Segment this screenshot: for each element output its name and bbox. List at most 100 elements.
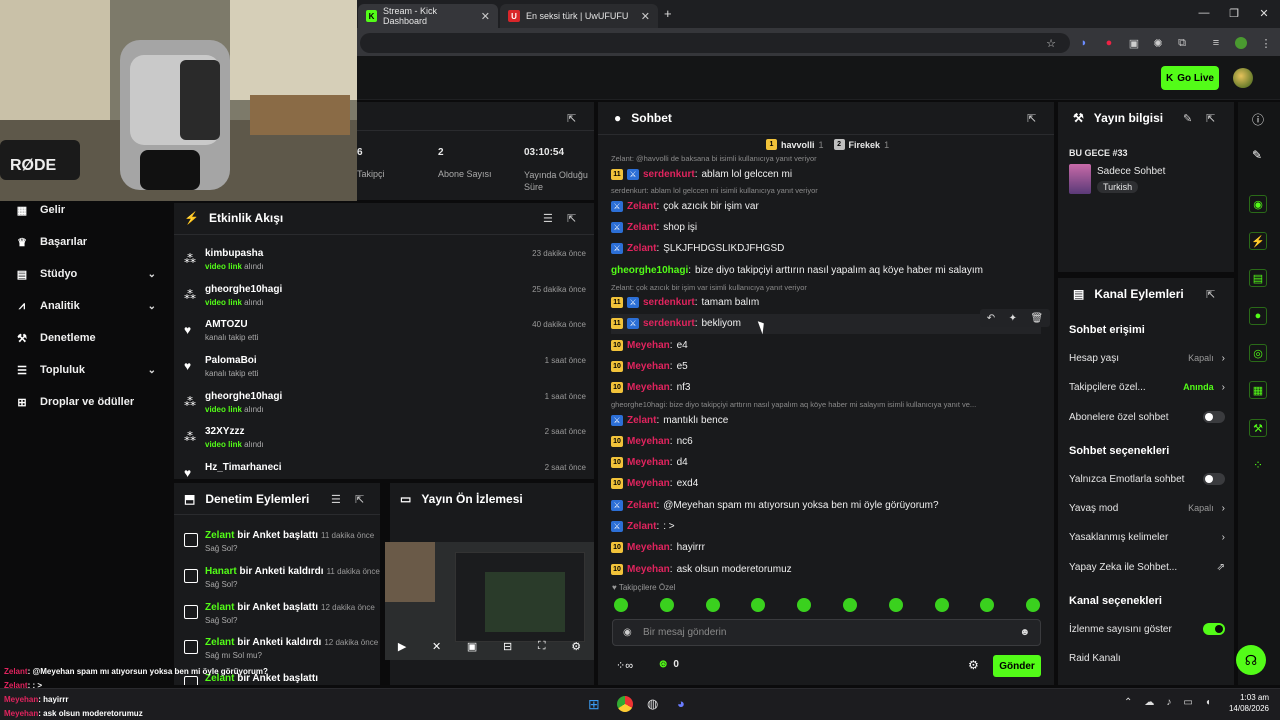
chat-message[interactable]: 10 Meyehan: nc6 <box>611 431 1041 451</box>
pin-icon[interactable]: ✦ <box>1009 313 1017 324</box>
popout-icon[interactable]: ⇱ <box>567 112 576 125</box>
extension-icon[interactable]: ● <box>1101 35 1117 51</box>
chat-username[interactable]: Meyehan <box>627 436 670 447</box>
chat-username[interactable]: Zelant <box>627 201 656 212</box>
nav-item-analitik[interactable]: ⩘ Analitik ⌄ <box>16 296 156 316</box>
clock[interactable]: 1:03 am 14/08/2026 <box>1225 692 1269 714</box>
chat-username[interactable]: gheorghe10hagi <box>611 265 688 276</box>
play-icon[interactable]: ▶ <box>398 640 406 653</box>
extensions-puzzle-icon[interactable]: ⧉ <box>1174 35 1190 51</box>
mute-icon[interactable]: ✕ <box>432 640 441 653</box>
nav-item-droplar[interactable]: ⊞ Droplar ve ödüller <box>16 392 156 412</box>
emote-only-toggle[interactable] <box>1203 473 1225 485</box>
network-icon[interactable]: ▭ <box>1183 697 1192 708</box>
rail-layout-icon[interactable]: ▦ <box>1249 381 1267 399</box>
tab-kick-dashboard[interactable]: K Stream - Kick Dashboard ✕ <box>358 4 498 28</box>
chat-message[interactable]: 10 Meyehan: hayirrr <box>611 538 1041 558</box>
emote-icon[interactable] <box>934 598 949 612</box>
discord-taskbar-icon[interactable]: ◕ <box>677 696 685 711</box>
chat-username[interactable]: serdenkurt <box>643 169 695 180</box>
rail-wrench-icon[interactable]: ⚒ <box>1249 419 1267 437</box>
help-button[interactable]: ☊ <box>1236 645 1266 675</box>
chat-username[interactable]: serdenkurt <box>643 297 695 308</box>
fullscreen-icon[interactable]: ⛶ <box>538 640 546 653</box>
account-age-setting[interactable]: Hesap yaşı Kapalı › <box>1069 350 1225 366</box>
chat-message[interactable]: 11 ⚔ serdenkurt: bekliyom <box>611 313 1041 334</box>
edit-icon[interactable]: ✎ <box>1252 148 1262 162</box>
chat-message[interactable]: 10 Meyehan: e5 <box>611 356 1041 376</box>
nav-item-studyo[interactable]: ▤ Stüdyo ⌄ <box>16 264 156 284</box>
chat-message[interactable]: gheorghe10hagi: bize diyo takipçiyi arttı… <box>611 260 1041 280</box>
filter-icon[interactable]: ☰ <box>543 212 553 225</box>
edit-icon[interactable]: ✎ <box>1183 112 1192 125</box>
rail-clip-icon[interactable]: ◉ <box>1249 195 1267 213</box>
popout-icon[interactable]: ⇱ <box>1206 112 1215 125</box>
rail-lightning-icon[interactable]: ⚡ <box>1249 232 1267 250</box>
emoji-icon[interactable]: ☻ <box>1019 627 1030 638</box>
window-close-icon[interactable]: ✕ <box>1254 7 1274 20</box>
chat-username[interactable]: Meyehan <box>627 564 670 575</box>
emote-icon[interactable] <box>888 598 903 612</box>
pip-icon[interactable]: ▣ <box>467 640 477 653</box>
rail-broadcast-icon[interactable]: ◎ <box>1249 344 1267 362</box>
chat-username[interactable]: serdenkurt <box>643 318 695 329</box>
popout-icon[interactable]: ⇱ <box>1027 112 1036 125</box>
chat-message[interactable]: 10 Meyehan: exd4 <box>611 474 1041 494</box>
ai-chat-setting[interactable]: Yapay Zeka ile Sohbet... ⇗ <box>1069 559 1225 575</box>
emote-icon[interactable] <box>659 598 674 612</box>
popout-icon[interactable]: ⇱ <box>1206 288 1215 301</box>
rail-document-icon[interactable]: ▤ <box>1249 269 1267 287</box>
go-live-button[interactable]: K Go Live <box>1161 66 1219 90</box>
popout-icon[interactable]: ⇱ <box>355 493 364 506</box>
new-tab-icon[interactable]: + <box>664 6 672 21</box>
banned-words-setting[interactable]: Yasaklanmış kelimeler › <box>1069 529 1225 545</box>
slow-mode-setting[interactable]: Yavaş mod Kapalı › <box>1069 500 1225 516</box>
chat-username[interactable]: Meyehan <box>627 382 670 393</box>
reply-icon[interactable]: ↶ <box>987 313 995 324</box>
nav-item-denetleme[interactable]: ⚒ Denetleme <box>16 328 156 348</box>
address-bar[interactable] <box>360 33 1070 53</box>
emote-icon[interactable] <box>614 598 628 612</box>
chat-username[interactable]: Meyehan <box>627 542 670 553</box>
chat-username[interactable]: Meyehan <box>627 340 670 351</box>
volume-icon[interactable]: ◖ <box>1205 697 1211 708</box>
cloud-icon[interactable]: ☁ <box>1144 697 1154 708</box>
chat-message[interactable]: ⚔ Zelant: çok azıcık bir işim var <box>611 196 1041 216</box>
chat-message[interactable]: 11 ⚔ serdenkurt: tamam balım <box>611 293 1041 313</box>
followers-only-setting[interactable]: Takipçilere özel... Anında › <box>1069 379 1225 395</box>
chat-message[interactable]: ⚔ Zelant: ŞLKJFHDGSLIKDJFHGSD <box>611 239 1041 259</box>
tab-close-icon[interactable]: ✕ <box>641 10 650 23</box>
chat-settings-icon[interactable]: ⚙ <box>968 658 979 672</box>
emote-icon[interactable] <box>843 598 857 612</box>
chat-message[interactable]: ⚔ Zelant: shop işi <box>611 218 1041 238</box>
settings-icon[interactable]: ⚙ <box>571 640 581 653</box>
tab-close-icon[interactable]: ✕ <box>481 10 490 23</box>
minimize-icon[interactable]: — <box>1194 7 1214 19</box>
theater-icon[interactable]: ⊟ <box>503 640 512 653</box>
delete-icon[interactable]: 🗑 <box>1031 313 1044 324</box>
extension-icon[interactable]: ◗ <box>1076 35 1092 51</box>
rail-chat-icon[interactable]: ● <box>1249 307 1267 325</box>
info-icon[interactable]: ⓘ <box>1252 111 1264 128</box>
extension-icon[interactable]: ▣ <box>1126 35 1142 51</box>
nav-item-basarilar[interactable]: ♛ Başarılar <box>16 232 156 252</box>
chat-message[interactable]: 10 Meyehan: nf3 <box>611 378 1041 398</box>
chat-input-box[interactable]: ◉ Bir mesaj gönderin ☻ <box>612 619 1041 646</box>
chat-message[interactable]: ⚔ Zelant: @Meyehan spam mı atıyorsun yoksa… <box>611 495 1041 515</box>
chat-message[interactable]: ⚔ Zelant: mantıklı bence <box>611 410 1041 430</box>
user-avatar[interactable] <box>1233 68 1253 88</box>
rail-users-icon[interactable]: ⁘ <box>1253 458 1263 472</box>
browser-menu-icon[interactable]: ⋮ <box>1258 35 1274 51</box>
chat-username[interactable]: Zelant <box>627 243 656 254</box>
chat-username[interactable]: Zelant <box>627 222 656 233</box>
chat-username[interactable]: Zelant <box>627 521 656 532</box>
tab-uwufufu[interactable]: U En seksi türk | UwUFUFU ✕ <box>500 4 658 28</box>
bookmark-star-icon[interactable]: ☆ <box>1043 35 1059 51</box>
chat-username[interactable]: Meyehan <box>627 478 670 489</box>
nav-item-topluluk[interactable]: ☰ Topluluk ⌄ <box>16 360 156 380</box>
chat-username[interactable]: Zelant <box>627 415 656 426</box>
filter-icon[interactable]: ☰ <box>331 493 341 506</box>
chevron-up-icon[interactable]: ⌃ <box>1124 697 1132 708</box>
chat-username[interactable]: Meyehan <box>627 361 670 372</box>
subs-only-toggle[interactable] <box>1203 411 1225 423</box>
